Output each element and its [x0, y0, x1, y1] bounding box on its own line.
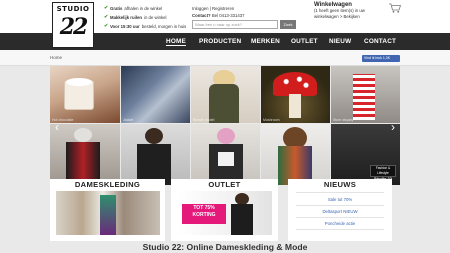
logo-number: 22	[59, 14, 89, 40]
carousel-next-icon[interactable]: ›	[389, 121, 397, 133]
nav-contact[interactable]: CONTACT	[364, 38, 396, 45]
contact-label: Contact?	[192, 13, 211, 18]
login-link[interactable]: Inloggen	[192, 6, 209, 11]
storefront-sign: Fashion & Lifestyle Studio 22	[370, 165, 396, 181]
usp-bold: Gratis	[110, 5, 123, 11]
nav-nieuw[interactable]: NIEUW	[329, 38, 351, 45]
usp-item: ✔ Gratis afhalen in de winkel	[104, 4, 186, 12]
nav-outlet[interactable]: OUTLET	[291, 38, 318, 45]
storefront-photo[interactable]: Fashion & Lifestyle Studio 22 Storefront	[331, 124, 400, 185]
blonde-model-photo[interactable]: Blonde model	[191, 66, 260, 123]
contact-phone[interactable]: Bel 0413-331437	[212, 13, 245, 18]
panel-title-dameskleding[interactable]: DAMESKLEDING	[50, 180, 165, 189]
cart-widget[interactable]: Winkelwagen (1 heeft geen item(s) in uw …	[314, 2, 400, 30]
account-links: Inloggen | Registreren Contact? Bel 0413…	[192, 5, 245, 19]
register-link[interactable]: Registreren	[212, 6, 234, 11]
usp-item: ✔ Makkelijk ruilen in de winkel	[104, 13, 186, 21]
news-divider	[296, 205, 384, 206]
breadcrumb[interactable]: Home	[50, 55, 62, 60]
promo-line1: TOT 75%	[193, 205, 215, 211]
news-item[interactable]: Poncheide actie	[292, 221, 388, 226]
wavy-hair-model-photo[interactable]: Wavy hair	[261, 124, 330, 185]
carousel-prev-icon[interactable]: ‹	[53, 121, 61, 133]
news-divider	[296, 192, 384, 193]
cart-line: winkelwagen	[314, 14, 339, 19]
search-input[interactable]: Waar ben u naar op zoek?	[192, 20, 278, 29]
news-divider	[296, 229, 384, 230]
hot-chocolate-photo[interactable]: Hot chocolate	[50, 66, 120, 123]
tile-label: Jacket	[123, 118, 134, 122]
red-dress-model-photo[interactable]: Model	[50, 124, 120, 185]
usp-text: in de winkel	[144, 14, 167, 20]
studio22-logo[interactable]: STUDIO 22	[52, 2, 94, 48]
outlet-promo-badge[interactable]: TOT 75% KORTING	[182, 204, 226, 224]
page-title: Studio 22: Online Dameskleding & Mode	[142, 242, 308, 252]
facebook-like-label: Vind ik leuk	[364, 56, 382, 60]
facebook-like-button[interactable]: Vind ik leuk 1,3K	[362, 55, 400, 62]
logo-word: STUDIO	[56, 5, 90, 13]
panel-title-outlet[interactable]: OUTLET	[171, 180, 278, 189]
news-divider	[296, 217, 384, 218]
jacket-photo[interactable]: Jacket	[121, 66, 190, 123]
usp-bold: Makkelijk ruilen	[110, 14, 143, 20]
news-item[interactable]: Sale tot 70%	[292, 197, 388, 202]
pink-hair-model-photo[interactable]: Pink hair	[191, 124, 260, 185]
nav-merken[interactable]: MERKEN	[251, 38, 280, 45]
dameskleding-photo[interactable]	[56, 191, 160, 235]
shopping-cart-icon[interactable]	[389, 3, 401, 13]
leather-jacket-photo[interactable]: Leather jacket	[121, 124, 190, 185]
panel-title-nieuws[interactable]: NIEUWS	[288, 180, 392, 189]
news-item[interactable]: Deltasport NIEUW	[292, 209, 388, 214]
nav-producten[interactable]: PRODUCTEN	[199, 38, 241, 45]
tile-label: Store display	[333, 118, 354, 122]
facebook-like-count: 1,3K	[382, 56, 391, 60]
store-display-photo[interactable]: Store display	[331, 66, 400, 123]
usp-list: ✔ Gratis afhalen in de winkel ✔ Makkelij…	[104, 4, 186, 31]
sign-line1: Fashion & Lifestyle	[375, 166, 391, 175]
usp-text: afhalen in de winkel	[124, 5, 163, 11]
cart-view-link[interactable]: > Bekijken	[340, 14, 360, 19]
tile-label: Blonde model	[193, 118, 215, 122]
usp-text: besteld, morgen in huis	[141, 23, 187, 29]
promo-line2: KORTING	[192, 212, 216, 218]
usp-bold: Voor 15:30 uur	[110, 23, 140, 29]
nav-home[interactable]: HOME	[166, 38, 186, 46]
search-button[interactable]: Zoek	[280, 20, 296, 29]
usp-item: ✔ Voor 15:30 uur besteld, morgen in huis	[104, 22, 186, 30]
mushroom-photo[interactable]: Mushroom	[261, 66, 330, 123]
tile-label: Mushroom	[263, 118, 280, 122]
breadcrumb-bar: Home Vind ik leuk 1,3K	[0, 50, 450, 66]
